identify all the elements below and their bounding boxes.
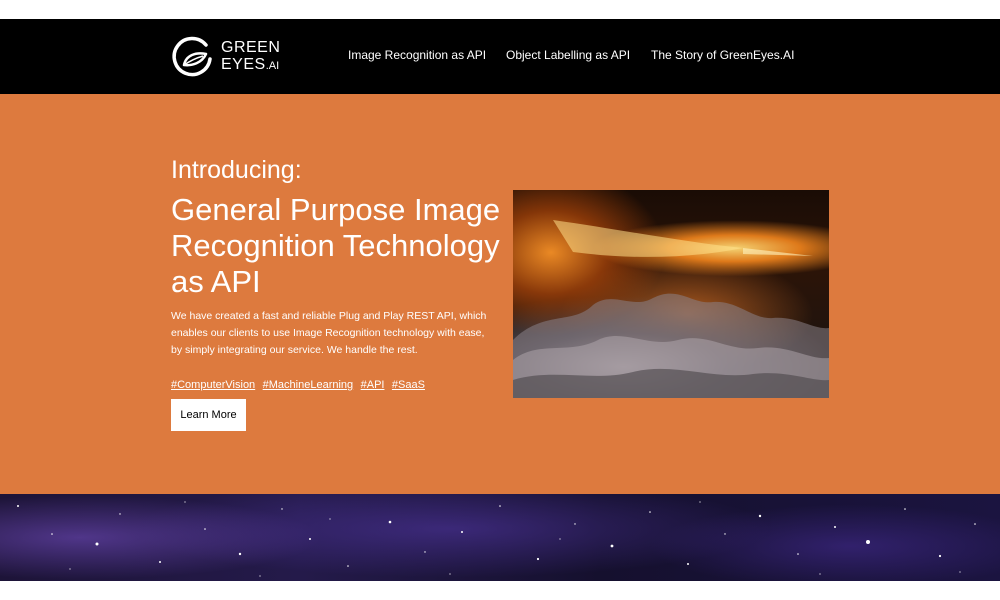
brand-wordmark: GREEN EYES.AI bbox=[221, 39, 280, 75]
tag-computer-vision[interactable]: #ComputerVision bbox=[171, 379, 255, 391]
cloud-sunset-illustration bbox=[513, 220, 829, 398]
hero-headline: General Purpose Image Recognition Techno… bbox=[171, 192, 501, 299]
nav-story[interactable]: The Story of GreenEyes.AI bbox=[651, 48, 794, 62]
nav-image-recognition[interactable]: Image Recognition as API bbox=[348, 48, 486, 62]
stars-illustration bbox=[17, 501, 976, 577]
brand-line2-wrap: EYES.AI bbox=[221, 56, 280, 75]
brand-suffix: .AI bbox=[265, 60, 280, 72]
tag-machine-learning[interactable]: #MachineLearning bbox=[263, 379, 354, 391]
learn-more-button[interactable]: Learn More bbox=[171, 399, 246, 431]
starfield-banner bbox=[0, 494, 1000, 581]
hashtag-list: #ComputerVision #MachineLearning #API #S… bbox=[171, 375, 428, 393]
hero-intro: Introducing: bbox=[171, 156, 302, 184]
brand-line1: GREEN bbox=[221, 39, 281, 56]
tag-saas[interactable]: #SaaS bbox=[392, 379, 425, 391]
hero-section: Introducing: General Purpose Image Recog… bbox=[0, 94, 1000, 494]
brand-logo[interactable]: GREEN EYES.AI bbox=[170, 35, 290, 79]
navbar: GREEN EYES.AI Image Recognition as API O… bbox=[0, 19, 1000, 94]
hero-description: We have created a fast and reliable Plug… bbox=[171, 310, 487, 356]
leaf-eye-icon bbox=[172, 36, 212, 77]
hero-image bbox=[513, 190, 829, 398]
brand-line2: EYES bbox=[221, 56, 266, 73]
tag-api[interactable]: #API bbox=[361, 379, 385, 391]
nav-object-labelling[interactable]: Object Labelling as API bbox=[506, 48, 630, 62]
